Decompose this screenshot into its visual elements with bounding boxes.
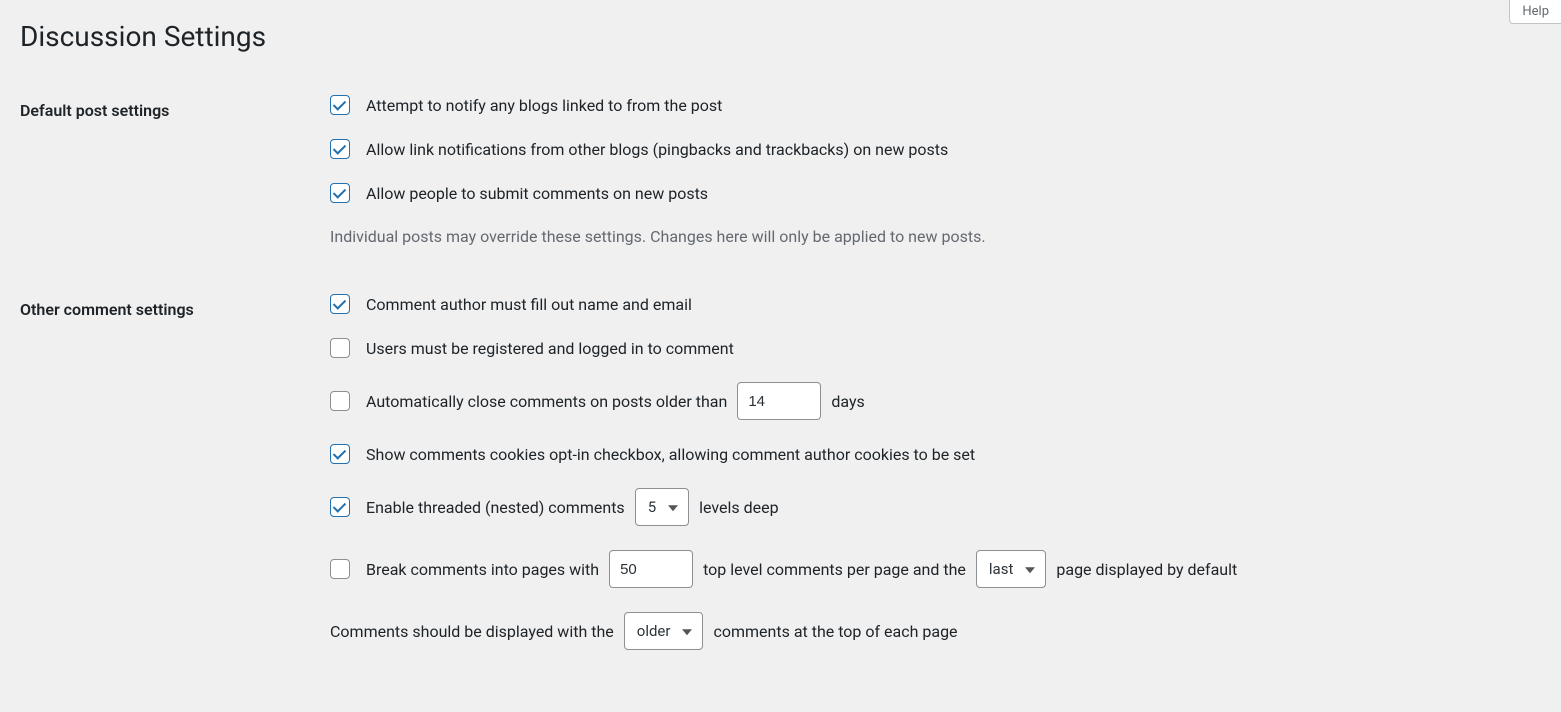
label-paginate-post: page displayed by default (1056, 560, 1237, 579)
select-comment-order[interactable]: older (624, 612, 704, 650)
checkbox-paginate-comments[interactable] (330, 559, 350, 579)
select-default-page[interactable]: last (976, 550, 1046, 588)
checkbox-require-name-email[interactable] (330, 294, 350, 314)
checkbox-threaded-comments[interactable] (330, 497, 350, 517)
checkbox-close-old-comments[interactable] (330, 391, 350, 411)
label-require-registration[interactable]: Users must be registered and logged in t… (366, 339, 734, 358)
help-tab[interactable]: Help (1509, 0, 1561, 24)
label-paginate-mid: top level comments per page and the (703, 560, 966, 579)
default-post-note: Individual posts may override these sett… (330, 227, 1531, 246)
label-comment-cookies[interactable]: Show comments cookies opt-in checkbox, a… (366, 445, 975, 464)
label-paginate-pre[interactable]: Break comments into pages with (366, 560, 599, 579)
settings-form: Default post settings Attempt to notify … (20, 83, 1541, 672)
label-require-name-email[interactable]: Comment author must fill out name and em… (366, 295, 692, 314)
input-comments-per-page[interactable] (609, 550, 693, 588)
label-order-post: comments at the top of each page (713, 622, 957, 641)
checkbox-allow-pingbacks[interactable] (330, 139, 350, 159)
label-order-pre: Comments should be displayed with the (330, 622, 614, 641)
label-close-old-pre[interactable]: Automatically close comments on posts ol… (366, 392, 727, 411)
checkbox-allow-comments[interactable] (330, 183, 350, 203)
label-allow-comments[interactable]: Allow people to submit comments on new p… (366, 184, 708, 203)
checkbox-comment-cookies[interactable] (330, 444, 350, 464)
section-heading-other-comments: Other comment settings (20, 282, 330, 672)
select-default-page-value: last (989, 560, 1013, 578)
help-label: Help (1522, 4, 1549, 19)
label-threaded-post: levels deep (699, 498, 779, 517)
checkbox-notify-linked-blogs[interactable] (330, 95, 350, 115)
checkbox-require-registration[interactable] (330, 338, 350, 358)
select-threaded-levels-value: 5 (648, 498, 656, 516)
label-notify-linked-blogs[interactable]: Attempt to notify any blogs linked to fr… (366, 96, 722, 115)
label-close-old-post: days (831, 392, 864, 411)
page-title: Discussion Settings (20, 20, 1541, 53)
select-threaded-levels[interactable]: 5 (635, 488, 689, 526)
input-close-old-days[interactable] (737, 382, 821, 420)
label-allow-pingbacks[interactable]: Allow link notifications from other blog… (366, 140, 948, 159)
select-comment-order-value: older (637, 622, 671, 640)
label-threaded-pre[interactable]: Enable threaded (nested) comments (366, 498, 625, 517)
section-heading-default-post: Default post settings (20, 83, 330, 282)
